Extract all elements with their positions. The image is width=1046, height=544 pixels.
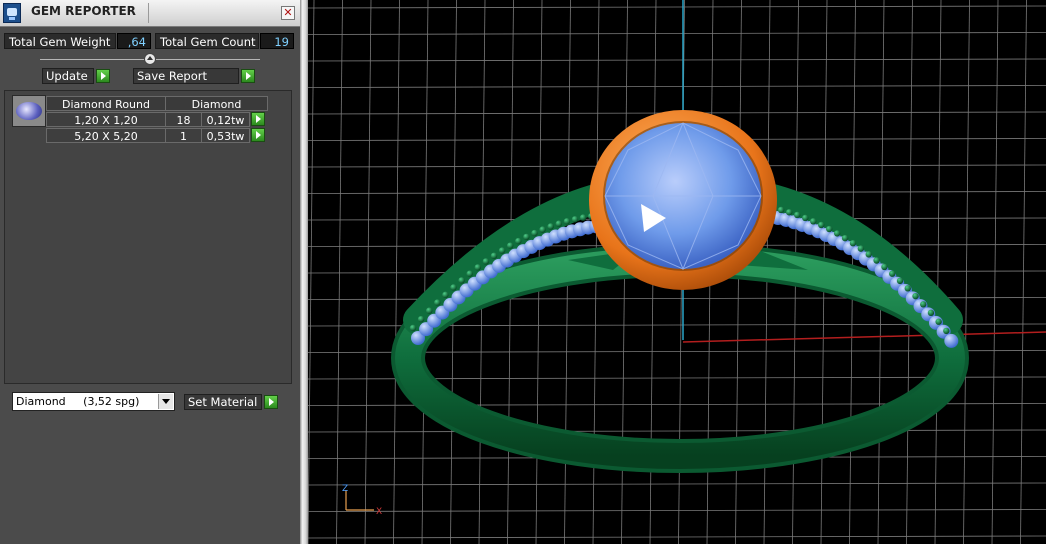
prong-bead (523, 233, 530, 241)
row1-count: 18 (165, 112, 202, 127)
dropdown-arrow-icon[interactable] (158, 394, 173, 409)
prong-bead (426, 307, 433, 314)
grid-line-vertical (421, 0, 429, 544)
prong-bead (818, 221, 825, 229)
prong-bead (833, 230, 841, 237)
prong-bead (515, 237, 522, 245)
total-gem-weight-label: Total Gem Weight (4, 33, 116, 49)
row1-play-icon[interactable] (251, 112, 265, 126)
prong-bead (841, 234, 849, 242)
prong-bead (547, 223, 554, 230)
total-gem-weight-value: ,64 (117, 33, 151, 49)
prong-bead (579, 214, 587, 221)
prong-bead (849, 240, 857, 247)
prong-bead (531, 229, 538, 237)
title-bar[interactable]: GEM REPORTER ✕ (0, 0, 300, 27)
prong-bead (794, 211, 801, 219)
total-gem-count-label: Total Gem Count (155, 33, 259, 49)
grid-line-horizontal (308, 429, 1046, 433)
material-select-value: Diamond (3,52 spg) (16, 395, 140, 408)
prong-bead (935, 318, 942, 325)
prong-bead (450, 284, 457, 291)
prong-bead (927, 309, 935, 317)
prong-bead (810, 218, 817, 225)
prong-bead (873, 257, 880, 264)
prong-bead (857, 245, 865, 252)
set-material-play-icon[interactable] (264, 395, 278, 409)
grid-line-vertical (393, 0, 400, 544)
prong-bead (409, 324, 417, 332)
grid-line-horizontal (308, 85, 1046, 88)
prong-bead (943, 327, 950, 335)
axis-gizmo-z-label: Z (342, 484, 348, 494)
grid-line-horizontal (308, 32, 1046, 35)
prong-bead (865, 251, 872, 258)
prong-bead (474, 264, 481, 271)
save-report-play-icon[interactable] (241, 69, 255, 83)
prong-bead (555, 220, 562, 227)
header-diamond: Diamond (165, 96, 268, 111)
set-material-button[interactable]: Set Material (184, 394, 262, 410)
row1-size: 1,20 X 1,20 (46, 112, 166, 127)
prong-bead (777, 206, 785, 214)
grid-line-vertical (364, 0, 372, 544)
row2-count: 1 (165, 128, 202, 143)
grid-line-horizontal (308, 58, 1046, 62)
grid-line-vertical (963, 0, 970, 544)
row2-weight: 0,53tw (201, 128, 250, 143)
prong-bead (490, 252, 498, 260)
grid-line-vertical (336, 0, 343, 544)
axis-gizmo-x-label: X (376, 507, 382, 517)
total-gem-count-value: 19 (260, 33, 294, 49)
row2-size: 5,20 X 5,20 (46, 128, 166, 143)
window-title: GEM REPORTER (31, 4, 136, 18)
prong-bead (896, 277, 904, 285)
grid-line-vertical (991, 0, 999, 544)
gem-list: Diamond Round Diamond 1,20 X 1,20 18 0,1… (4, 90, 292, 384)
material-select[interactable]: Diamond (3,52 spg) (12, 392, 175, 411)
prong-bead (507, 242, 514, 249)
row1-weight: 0,12tw (201, 112, 250, 127)
gem-reporter-panel: GEM REPORTER ✕ Total Gem Weight ,64 Tota… (0, 0, 300, 544)
prong-bead (904, 285, 911, 292)
app-icon (3, 3, 21, 23)
grid-line-vertical (308, 0, 315, 544)
prong-bead (498, 247, 506, 254)
prong-bead (785, 209, 793, 216)
slider-handle[interactable] (144, 53, 156, 65)
update-play-icon[interactable] (96, 69, 110, 83)
panel-divider[interactable] (300, 0, 308, 544)
save-report-button[interactable]: Save Report (133, 68, 239, 84)
pave-diamond (944, 333, 959, 348)
prong-bead (482, 258, 490, 265)
header-diamond-round: Diamond Round (46, 96, 166, 111)
prong-bead (539, 226, 546, 233)
3d-viewport[interactable]: Z X (308, 0, 1046, 544)
prong-bead (466, 270, 473, 277)
grid-line-horizontal (308, 5, 1046, 9)
prong-bead (920, 301, 927, 308)
prong-bead (442, 291, 449, 299)
prong-bead (434, 299, 441, 306)
update-button[interactable]: Update (42, 68, 94, 84)
prong-bead (563, 218, 571, 225)
grid-line-vertical (934, 0, 942, 544)
prong-bead (571, 216, 579, 223)
prong-bead (802, 214, 809, 222)
prong-bead (912, 292, 919, 300)
viewport-scene: Z X (308, 0, 1046, 544)
prong-bead (458, 277, 465, 284)
grid-line-vertical (1020, 0, 1027, 544)
prong-bead (826, 225, 833, 233)
row2-play-icon[interactable] (251, 128, 265, 142)
prong-bead (889, 270, 896, 277)
prong-bead (881, 263, 888, 271)
close-icon[interactable]: ✕ (281, 6, 295, 20)
title-separator (148, 3, 149, 23)
gem-thumbnail-icon[interactable] (12, 95, 46, 127)
axis-gizmo: Z X (342, 484, 382, 517)
prong-bead (417, 315, 425, 323)
